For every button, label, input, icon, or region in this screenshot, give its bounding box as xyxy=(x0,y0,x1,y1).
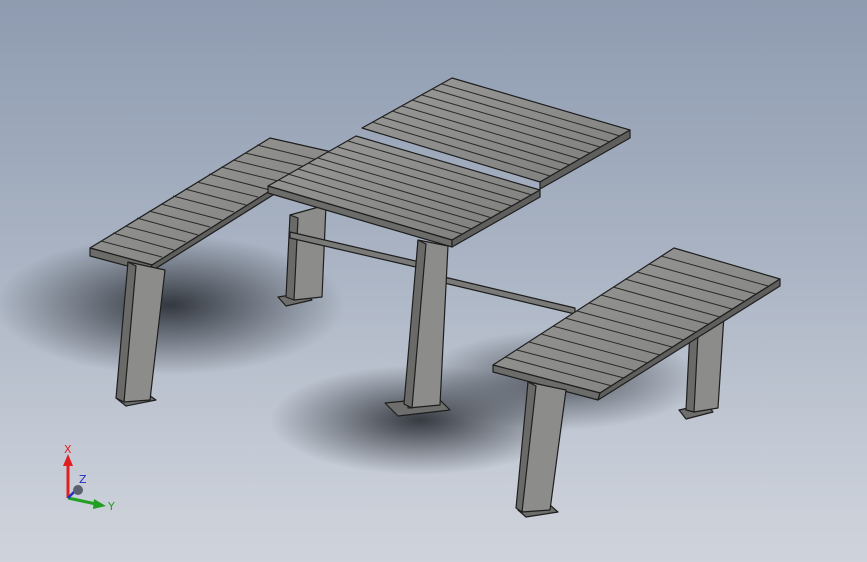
y-axis-arrow xyxy=(67,496,106,509)
y-axis-label: Y xyxy=(107,500,115,513)
graphics-viewport[interactable]: X Y Z xyxy=(0,0,867,562)
picnic-table-model[interactable] xyxy=(0,0,867,562)
z-axis-arrow xyxy=(67,485,83,499)
x-axis-arrow xyxy=(63,454,73,498)
z-axis-label: Z xyxy=(79,473,87,486)
x-axis-label: X xyxy=(64,443,72,456)
reference-triad: X Y Z xyxy=(63,443,115,513)
